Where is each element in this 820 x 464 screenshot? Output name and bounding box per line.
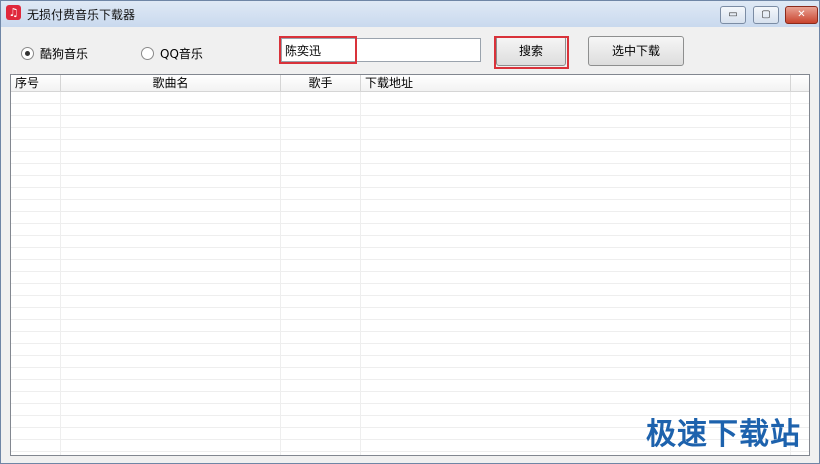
download-selected-button[interactable]: 选中下载 bbox=[588, 36, 684, 66]
source-kugou-radio[interactable]: 酷狗音乐 bbox=[21, 45, 88, 61]
source-kugou-label: 酷狗音乐 bbox=[40, 46, 89, 61]
window-title: 无损付费音乐下载器 bbox=[27, 8, 136, 22]
column-header-download-url[interactable]: 下载地址 bbox=[361, 75, 791, 91]
column-header-index[interactable]: 序号 bbox=[11, 75, 61, 91]
list-grid bbox=[11, 92, 809, 455]
search-input[interactable] bbox=[281, 38, 481, 62]
title-bar[interactable]: ♫ 无损付费音乐下载器 ▭ ▢ ✕ bbox=[1, 1, 819, 27]
watermark-logo: 极速下载站 bbox=[646, 417, 801, 452]
close-button[interactable]: ✕ bbox=[785, 6, 818, 24]
column-header-artist[interactable]: 歌手 bbox=[281, 75, 361, 91]
app-window: ♫ 无损付费音乐下载器 ▭ ▢ ✕ 酷狗音乐 QQ音乐 搜索 选中下载 序号 歌… bbox=[0, 0, 820, 464]
column-divider bbox=[790, 92, 791, 455]
minimize-button[interactable]: ▭ bbox=[720, 6, 746, 24]
column-divider bbox=[60, 92, 61, 455]
column-divider bbox=[360, 92, 361, 455]
column-header-song-name[interactable]: 歌曲名 bbox=[61, 75, 281, 91]
column-divider bbox=[280, 92, 281, 455]
search-button[interactable]: 搜索 bbox=[496, 36, 566, 66]
source-qq-label: QQ音乐 bbox=[160, 46, 203, 61]
source-qq-radio[interactable]: QQ音乐 bbox=[141, 45, 203, 61]
maximize-button[interactable]: ▢ bbox=[753, 6, 779, 24]
music-note-icon: ♫ bbox=[6, 5, 21, 20]
radio-unselected-icon bbox=[141, 46, 154, 60]
song-list[interactable]: 序号 歌曲名 歌手 下载地址 bbox=[10, 74, 810, 456]
list-header: 序号 歌曲名 歌手 下载地址 bbox=[11, 75, 809, 92]
radio-selected-icon bbox=[21, 46, 34, 60]
